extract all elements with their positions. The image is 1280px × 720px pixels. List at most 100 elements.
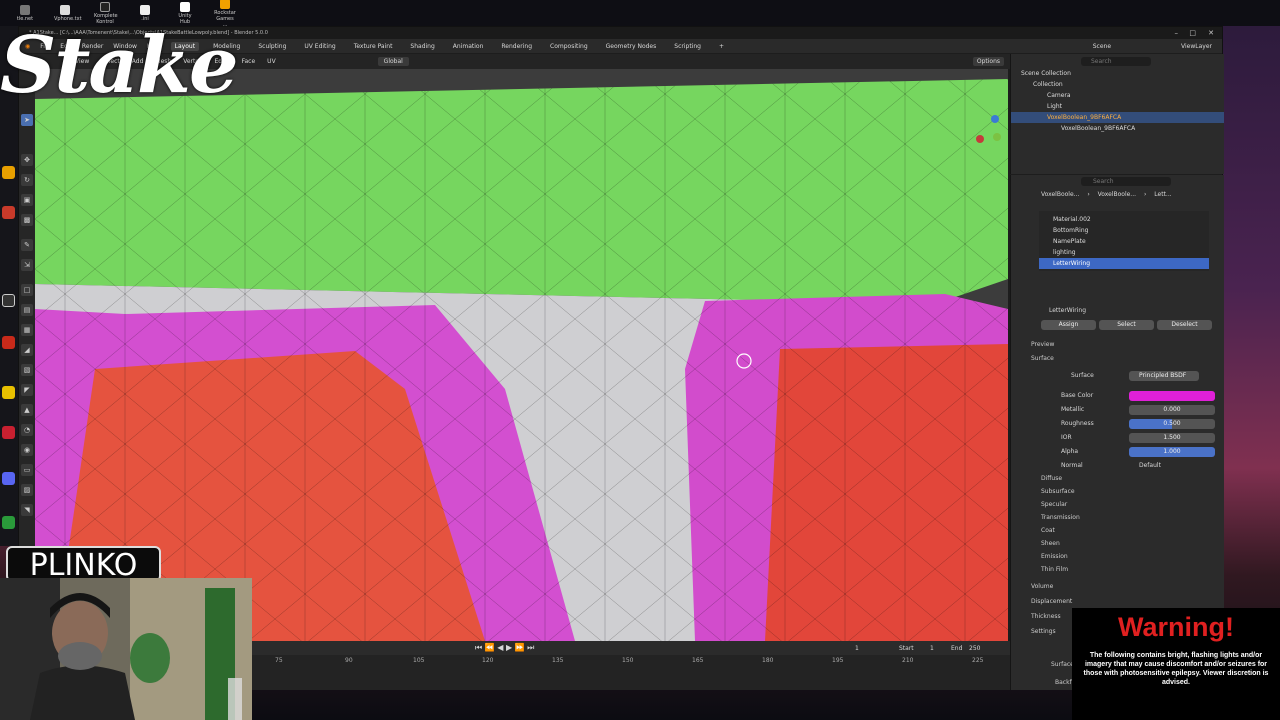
loop-cut-tool-icon[interactable]: ▧ <box>21 364 33 376</box>
metallic-field[interactable]: 0.000 <box>1129 405 1215 415</box>
properties-search-input[interactable]: Search <box>1081 177 1171 186</box>
menu-uv[interactable]: UV <box>267 58 276 65</box>
smooth-tool-icon[interactable]: ◉ <box>21 444 33 456</box>
subpanel-subsurface[interactable]: Subsurface <box>1041 488 1075 495</box>
scale-tool-icon[interactable]: ▣ <box>21 194 33 206</box>
inset-tool-icon[interactable]: ▦ <box>21 324 33 336</box>
material-slot[interactable]: NamePlate <box>1039 236 1209 247</box>
rotate-tool-icon[interactable]: ↻ <box>21 174 33 186</box>
start-field[interactable]: 1 <box>930 645 934 652</box>
measure-tool-icon[interactable]: ⇲ <box>21 259 33 271</box>
subpanel-diffuse[interactable]: Diffuse <box>1041 475 1062 482</box>
surface-label: Surface <box>1071 372 1094 379</box>
extrude-tool-icon[interactable]: ▤ <box>21 304 33 316</box>
maximize-icon[interactable]: □ <box>1189 29 1196 37</box>
subpanel-specular[interactable]: Specular <box>1041 501 1067 508</box>
move-tool-icon[interactable]: ✥ <box>21 154 33 166</box>
desktop-icon[interactable]: tle.net <box>14 4 36 22</box>
tab-geometry-nodes[interactable]: Geometry Nodes <box>602 42 661 51</box>
app-icon[interactable] <box>2 336 15 349</box>
app-icon[interactable] <box>2 516 15 529</box>
discord-icon[interactable] <box>2 472 15 485</box>
app-icon[interactable] <box>2 294 15 307</box>
material-slot[interactable]: Material.002 <box>1039 214 1209 225</box>
end-label: End <box>951 644 963 652</box>
normal-label: Normal <box>1061 462 1083 469</box>
panel-settings[interactable]: Settings <box>1031 628 1056 635</box>
transform-orientation-dropdown[interactable]: Global <box>377 57 409 66</box>
frame-tick: 105 <box>413 657 425 664</box>
close-icon[interactable]: ✕ <box>1208 29 1214 37</box>
outliner-item-camera[interactable]: Camera <box>1011 90 1224 101</box>
subpanel-transmission[interactable]: Transmission <box>1041 514 1080 521</box>
deselect-button[interactable]: Deselect <box>1157 320 1212 330</box>
end-field[interactable]: 250 <box>969 645 980 652</box>
material-slot[interactable]: BottomRing <box>1039 225 1209 236</box>
scene-selector[interactable]: Scene <box>1093 43 1111 50</box>
select-button[interactable]: Select <box>1099 320 1154 330</box>
minimize-icon[interactable]: – <box>1175 29 1179 37</box>
subpanel-sheen[interactable]: Sheen <box>1041 540 1060 547</box>
bevel-tool-icon[interactable]: ◢ <box>21 344 33 356</box>
outliner-item-collection[interactable]: Collection <box>1011 79 1224 90</box>
base-color-swatch[interactable] <box>1129 391 1215 401</box>
frame-tick: 225 <box>972 657 984 664</box>
panel-thickness[interactable]: Thickness <box>1031 613 1061 620</box>
roughness-field[interactable]: 0.500 <box>1129 419 1215 429</box>
outliner-item-scene-collection[interactable]: Scene Collection <box>1011 68 1224 79</box>
menu-face[interactable]: Face <box>242 58 256 65</box>
assign-button[interactable]: Assign <box>1041 320 1096 330</box>
subpanel-emission[interactable]: Emission <box>1041 553 1068 560</box>
app-icon[interactable] <box>2 386 15 399</box>
poly-build-tool-icon[interactable]: ▲ <box>21 404 33 416</box>
add-workspace-button[interactable]: + <box>715 42 728 51</box>
add-cube-tool-icon[interactable]: □ <box>21 284 33 296</box>
desktop-icon[interactable]: Vphone.txt <box>54 4 82 22</box>
outliner-item-voxelboolean[interactable]: VoxelBoolean_9BF6AFCA <box>1011 112 1224 123</box>
shear-tool-icon[interactable]: ◥ <box>21 504 33 516</box>
material-name-field[interactable]: LetterWiring <box>1049 307 1086 314</box>
viewlayer-selector[interactable]: ViewLayer <box>1181 43 1212 50</box>
edge-slide-tool-icon[interactable]: ▭ <box>21 464 33 476</box>
alpha-field[interactable]: 1.000 <box>1129 447 1215 457</box>
transform-tool-icon[interactable]: ▩ <box>21 214 33 226</box>
tab-compositing[interactable]: Compositing <box>546 42 592 51</box>
tab-rendering[interactable]: Rendering <box>497 42 536 51</box>
viewport-options-button[interactable]: Options <box>972 57 1004 66</box>
annotate-tool-icon[interactable]: ✎ <box>21 239 33 251</box>
playback-controls[interactable]: ⏮ ⏪ ◀ ▶ ⏩ ⏭ <box>475 643 534 653</box>
material-slot-active[interactable]: LetterWiring <box>1039 258 1209 269</box>
material-slot[interactable]: lighting <box>1039 247 1209 258</box>
subpanel-thin-film[interactable]: Thin Film <box>1041 566 1068 573</box>
tab-animation[interactable]: Animation <box>449 42 488 51</box>
knife-tool-icon[interactable]: ◤ <box>21 384 33 396</box>
tab-shading[interactable]: Shading <box>406 42 438 51</box>
normal-value[interactable]: Default <box>1139 459 1161 472</box>
outliner-search-input[interactable]: Search <box>1081 57 1151 66</box>
select-tool-icon[interactable]: ➤ <box>21 114 33 126</box>
panel-surface[interactable]: Surface <box>1031 355 1054 362</box>
panel-displacement[interactable]: Displacement <box>1031 598 1072 605</box>
panel-preview[interactable]: Preview <box>1031 341 1054 348</box>
material-slot-list[interactable]: Material.002 BottomRing NamePlate lighti… <box>1039 211 1209 271</box>
tab-uv-editing[interactable]: UV Editing <box>300 42 339 51</box>
stake-logo: Stake <box>0 20 239 111</box>
subpanel-coat[interactable]: Coat <box>1041 527 1055 534</box>
shrink-tool-icon[interactable]: ▨ <box>21 484 33 496</box>
outliner-item-light[interactable]: Light <box>1011 101 1224 112</box>
app-icon[interactable] <box>2 166 15 179</box>
panel-volume[interactable]: Volume <box>1031 583 1053 590</box>
desktop-icon[interactable]: .ini <box>134 4 156 22</box>
spin-tool-icon[interactable]: ◔ <box>21 424 33 436</box>
surface-shader-field[interactable]: Principled BSDF <box>1129 371 1199 381</box>
3d-viewport[interactable] <box>35 69 1008 641</box>
panel-settings-surface[interactable]: Surface <box>1051 661 1074 668</box>
tab-sculpting[interactable]: Sculpting <box>254 42 290 51</box>
tab-texture-paint[interactable]: Texture Paint <box>350 42 397 51</box>
tab-scripting[interactable]: Scripting <box>670 42 705 51</box>
current-frame-field[interactable]: 1 <box>855 645 859 652</box>
app-icon[interactable] <box>2 426 15 439</box>
browser-icon[interactable] <box>2 206 15 219</box>
ior-field[interactable]: 1.500 <box>1129 433 1215 443</box>
outliner-item-voxelboolean-mesh[interactable]: VoxelBoolean_9BF6AFCA <box>1011 123 1224 134</box>
